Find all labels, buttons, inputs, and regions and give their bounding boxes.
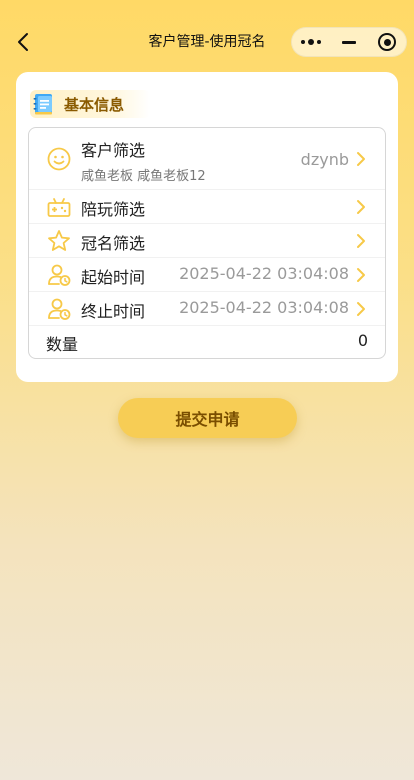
close-button[interactable] — [372, 30, 402, 54]
basic-info-card: 基本信息 客户筛选 咸鱼老板 咸鱼老板12 dzynb 陪玩筛选 冠名筛选 起始… — [16, 72, 398, 382]
star-icon — [48, 230, 70, 251]
companion-filter-label: 陪玩筛选 — [81, 200, 146, 219]
gamepad-icon — [47, 198, 71, 217]
section-title: 基本信息 — [64, 95, 125, 114]
chevron-right-icon — [357, 200, 365, 214]
start-time-label: 起始时间 — [81, 268, 146, 287]
minus-icon — [342, 40, 356, 44]
submit-button[interactable]: 提交申请 — [118, 398, 297, 438]
quantity-label: 数量 — [46, 335, 79, 354]
end-time-value: 2025-04-22 03:04:08 — [179, 298, 349, 317]
chevron-right-icon — [357, 234, 365, 248]
notebook-icon — [33, 94, 52, 115]
section-header: 基本信息 — [30, 90, 150, 118]
minimize-button[interactable] — [334, 30, 364, 54]
end-time-label: 终止时间 — [81, 302, 146, 321]
target-circle-icon — [378, 33, 396, 51]
form-box: 客户筛选 咸鱼老板 咸鱼老板12 dzynb 陪玩筛选 冠名筛选 起始时间 20… — [28, 127, 386, 359]
smiley-face-icon — [47, 147, 71, 171]
start-time-row[interactable]: 起始时间 2025-04-22 03:04:08 — [29, 258, 385, 292]
quantity-row[interactable]: 数量 0 — [29, 326, 385, 358]
chevron-right-icon — [357, 152, 365, 166]
more-dots-icon — [301, 39, 321, 45]
customer-filter-row[interactable]: 客户筛选 咸鱼老板 咸鱼老板12 dzynb — [29, 128, 385, 190]
mini-program-capsule — [291, 27, 407, 57]
more-button[interactable] — [296, 30, 326, 54]
end-time-row[interactable]: 终止时间 2025-04-22 03:04:08 — [29, 292, 385, 326]
customer-selected-names: 咸鱼老板 咸鱼老板12 — [81, 169, 206, 184]
chevron-right-icon — [357, 302, 365, 316]
start-time-value: 2025-04-22 03:04:08 — [179, 264, 349, 283]
user-clock-icon — [48, 298, 71, 320]
title-name-filter-label: 冠名筛选 — [81, 234, 146, 253]
customer-filter-label: 客户筛选 — [81, 141, 146, 160]
quantity-value[interactable]: 0 — [358, 331, 368, 350]
companion-filter-row[interactable]: 陪玩筛选 — [29, 190, 385, 224]
customer-filter-value: dzynb — [300, 150, 349, 169]
user-clock-icon — [48, 264, 71, 286]
title-name-filter-row[interactable]: 冠名筛选 — [29, 224, 385, 258]
chevron-right-icon — [357, 268, 365, 282]
